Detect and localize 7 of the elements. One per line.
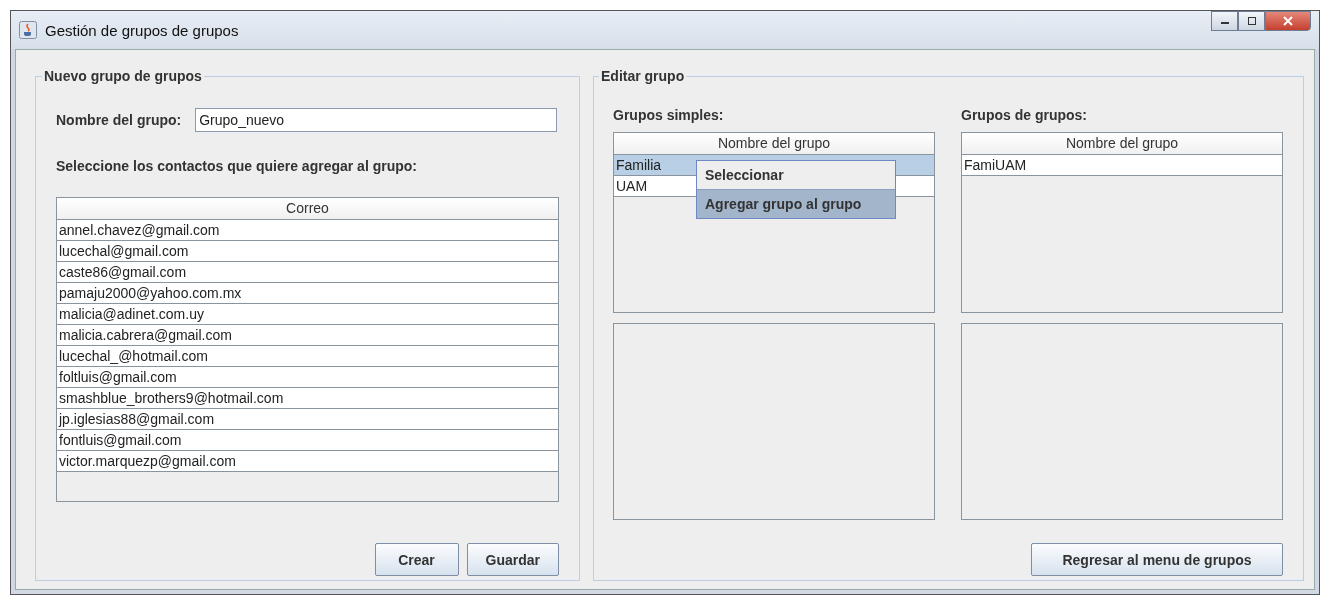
field-label: Nombre del grupo: [56, 112, 182, 128]
panel-title: Nuevo grupo de grupos [43, 68, 203, 84]
instruction-label: Seleccione los contactos que quiere agregar al grupo: [56, 158, 418, 174]
window-title: Gestión de grupos de grupos [45, 21, 239, 39]
list-label: Grupos simples: [613, 107, 725, 123]
list-label: Grupos de grupos: [961, 107, 1088, 123]
panel-title: Editar grupo [600, 68, 686, 84]
